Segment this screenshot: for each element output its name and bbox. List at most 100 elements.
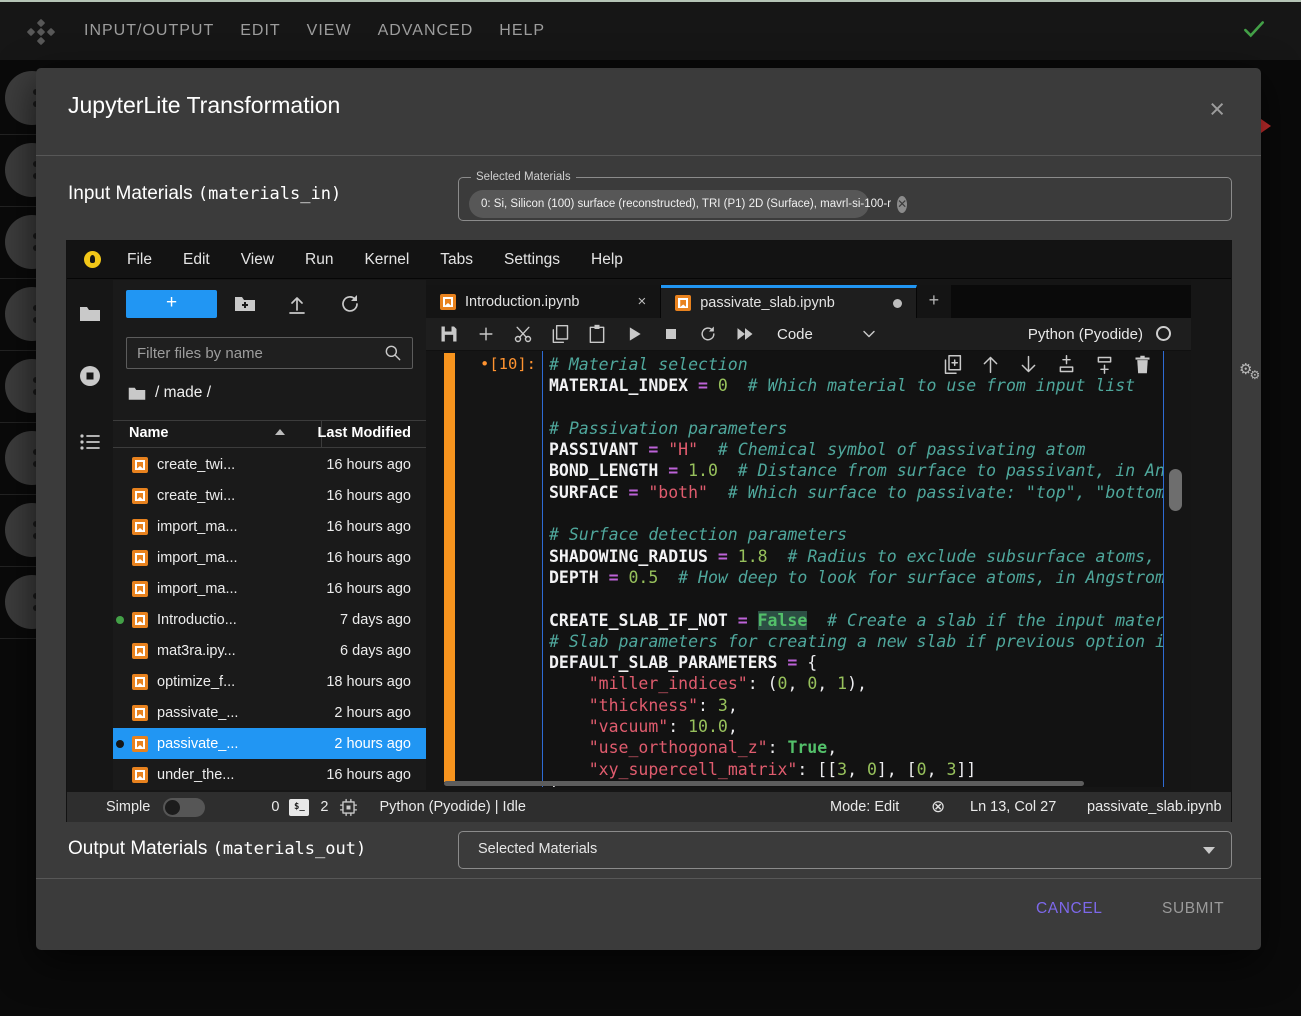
insert-below-icon[interactable] bbox=[1094, 354, 1115, 375]
file-row[interactable]: passivate_...2 hours ago bbox=[113, 728, 426, 759]
paste-icon[interactable] bbox=[587, 324, 607, 344]
code-editor[interactable]: # Material selectionMATERIAL_INDEX = 0 #… bbox=[542, 351, 1164, 787]
row-separator bbox=[0, 638, 38, 639]
submit-button[interactable]: SUBMIT bbox=[1162, 900, 1224, 918]
file-row[interactable]: mat3ra.ipy...6 days ago bbox=[113, 635, 426, 666]
tab-close-icon[interactable]: × bbox=[637, 293, 646, 310]
file-name: import_ma... bbox=[157, 550, 326, 566]
insert-cell-icon[interactable] bbox=[476, 324, 496, 344]
breadcrumb[interactable]: / made / bbox=[128, 384, 211, 402]
chip-remove-icon[interactable]: ✕ bbox=[897, 196, 907, 213]
code-line: BOND_LENGTH = 1.0 # Distance from surfac… bbox=[549, 460, 1163, 481]
trust-shield-icon[interactable]: ⊗ bbox=[931, 797, 945, 817]
jupyter-menu-kernel[interactable]: Kernel bbox=[364, 251, 409, 269]
stop-icon[interactable] bbox=[661, 324, 681, 344]
move-down-icon[interactable] bbox=[1018, 354, 1039, 375]
jupyter-menu-edit[interactable]: Edit bbox=[183, 251, 210, 269]
selected-materials-legend: Selected Materials bbox=[471, 171, 576, 183]
copy-icon[interactable] bbox=[550, 324, 570, 344]
file-browser-icon[interactable] bbox=[78, 302, 102, 326]
app-menu-view[interactable]: VIEW bbox=[307, 22, 352, 40]
material-chip[interactable]: 0: Si, Silicon (100) surface (reconstruc… bbox=[469, 190, 869, 218]
new-folder-icon[interactable] bbox=[233, 292, 257, 316]
tab-passivate_slab-ipynb[interactable]: passivate_slab.ipynb bbox=[661, 285, 917, 318]
sort-ascending-icon bbox=[275, 429, 285, 435]
cursor-position[interactable]: Ln 13, Col 27 bbox=[970, 799, 1056, 815]
kernel-chip-icon[interactable] bbox=[339, 798, 358, 817]
terminal-icon[interactable]: $_ bbox=[289, 799, 309, 816]
settings-gears-icon[interactable]: ⚙⚙ bbox=[1239, 360, 1263, 379]
running-sessions-icon[interactable] bbox=[78, 364, 102, 388]
run-icon[interactable] bbox=[624, 324, 644, 344]
file-row[interactable]: Introductio...7 days ago bbox=[113, 604, 426, 635]
delete-cell-icon[interactable] bbox=[1132, 354, 1153, 375]
file-row[interactable]: under_the...16 hours ago bbox=[113, 759, 426, 790]
row-separator bbox=[0, 134, 38, 135]
app-menu-advanced[interactable]: ADVANCED bbox=[378, 22, 474, 40]
file-row[interactable]: optimize_f...18 hours ago bbox=[113, 666, 426, 697]
restart-kernel-icon[interactable] bbox=[698, 324, 718, 344]
notebook-content[interactable]: •[10]: # Material selectionMATERIAL_INDE… bbox=[426, 351, 1191, 787]
filter-files-input[interactable]: Filter files by name bbox=[126, 337, 413, 369]
upload-icon[interactable] bbox=[285, 292, 309, 316]
jupyter-menu-settings[interactable]: Settings bbox=[504, 251, 560, 269]
jupyter-menu-run[interactable]: Run bbox=[305, 251, 333, 269]
jupyter-menu-view[interactable]: View bbox=[241, 251, 274, 269]
kernel-status-icon[interactable] bbox=[1156, 326, 1171, 341]
jupyter-activity-bar bbox=[67, 280, 113, 790]
file-modified-time: 16 hours ago bbox=[326, 581, 411, 597]
insert-above-icon[interactable] bbox=[1056, 354, 1077, 375]
save-icon[interactable] bbox=[439, 324, 459, 344]
output-materials-select[interactable]: Selected Materials bbox=[458, 831, 1232, 869]
chevron-down-icon[interactable] bbox=[1203, 847, 1215, 854]
horizontal-scrollbar[interactable] bbox=[444, 781, 1084, 786]
column-name[interactable]: Name bbox=[129, 425, 169, 441]
notebook-file-icon bbox=[132, 674, 148, 690]
cell-type-select[interactable]: Code bbox=[777, 326, 813, 343]
file-row[interactable]: import_ma...16 hours ago bbox=[113, 511, 426, 542]
lightbulb-icon[interactable] bbox=[84, 251, 101, 268]
unsaved-dot-icon[interactable] bbox=[893, 299, 902, 308]
app-logo-icon[interactable] bbox=[26, 18, 60, 44]
file-row[interactable]: import_ma...16 hours ago bbox=[113, 573, 426, 604]
row-separator bbox=[0, 206, 38, 207]
tab-introduction-ipynb[interactable]: Introduction.ipynb× bbox=[426, 285, 661, 318]
statusbar-filename: passivate_slab.ipynb bbox=[1087, 799, 1222, 815]
vertical-scrollbar[interactable] bbox=[1169, 469, 1182, 511]
notebook-file-icon bbox=[675, 295, 691, 311]
kernel-name[interactable]: Python (Pyodide) bbox=[1028, 326, 1143, 343]
mode-indicator[interactable]: Mode: Edit bbox=[830, 799, 899, 815]
notebook-panel: Introduction.ipynb×passivate_slab.ipynb+… bbox=[426, 280, 1191, 790]
selected-materials-field[interactable]: Selected Materials 0: Si, Silicon (100) … bbox=[458, 171, 1232, 221]
new-launcher-button[interactable]: + bbox=[126, 290, 217, 318]
file-row[interactable]: create_twi...16 hours ago bbox=[113, 480, 426, 511]
jupyter-menu-file[interactable]: File bbox=[127, 251, 152, 269]
notebook-toolbar: Code Python (Pyodide) bbox=[426, 318, 1191, 351]
chevron-down-icon[interactable] bbox=[859, 324, 879, 344]
cancel-button[interactable]: CANCEL bbox=[1036, 900, 1102, 918]
folder-icon bbox=[128, 385, 146, 401]
new-tab-button[interactable]: + bbox=[917, 285, 951, 318]
move-up-icon[interactable] bbox=[980, 354, 1001, 375]
column-last-modified[interactable]: Last Modified bbox=[318, 425, 411, 441]
file-row[interactable]: create_twi...16 hours ago bbox=[113, 449, 426, 480]
close-icon[interactable]: × bbox=[1209, 98, 1225, 120]
file-row[interactable]: import_ma...16 hours ago bbox=[113, 542, 426, 573]
duplicate-cell-icon[interactable] bbox=[942, 354, 963, 375]
app-menu-edit[interactable]: EDIT bbox=[240, 22, 280, 40]
refresh-icon[interactable] bbox=[338, 292, 362, 316]
check-icon[interactable] bbox=[1241, 16, 1267, 42]
file-list-header[interactable]: Name Last Modified bbox=[113, 420, 426, 448]
file-row[interactable]: passivate_...2 hours ago bbox=[113, 697, 426, 728]
simple-mode-toggle[interactable] bbox=[163, 798, 205, 817]
run-all-icon[interactable] bbox=[735, 324, 755, 344]
jupyter-menu-help[interactable]: Help bbox=[591, 251, 623, 269]
table-of-contents-icon[interactable] bbox=[78, 430, 102, 454]
file-name: create_twi... bbox=[157, 457, 326, 473]
cut-icon[interactable] bbox=[513, 324, 533, 344]
kernel-status-text[interactable]: Python (Pyodide) | Idle bbox=[379, 799, 525, 815]
jupyter-menu-tabs[interactable]: Tabs bbox=[440, 251, 473, 269]
app-menu-help[interactable]: HELP bbox=[499, 22, 545, 40]
row-separator bbox=[0, 350, 38, 351]
app-menu-input-output[interactable]: INPUT/OUTPUT bbox=[84, 22, 214, 40]
